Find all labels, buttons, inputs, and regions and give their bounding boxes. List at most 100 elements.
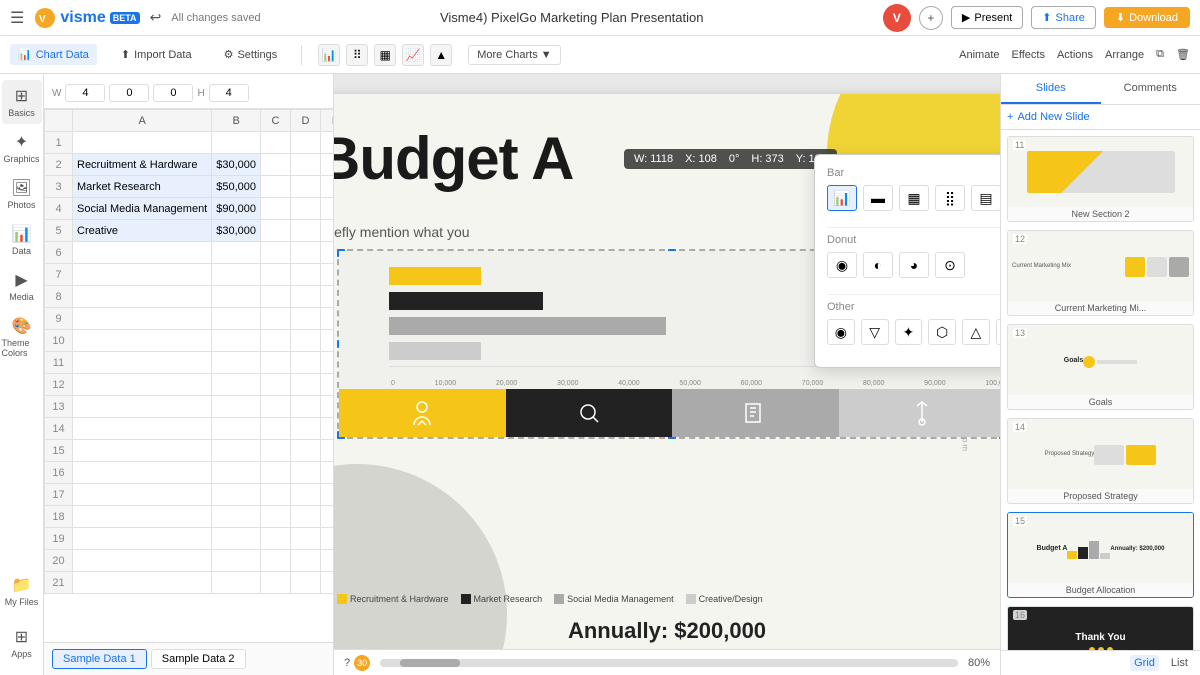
bar-horizontal-icon[interactable]: ▬ [863,185,893,211]
bar-stacked2-icon[interactable]: ▤ [971,185,1000,211]
cell-20-5[interactable] [321,572,333,594]
cell-19-2[interactable] [212,550,261,572]
cell-11-5[interactable] [321,374,333,396]
cell-5-1[interactable] [73,242,212,264]
import-data-button[interactable]: ⬆ Import Data [113,44,200,65]
sidebar-item-media[interactable]: ▶ Media [2,264,42,308]
other-pyramid-icon[interactable]: ▲ [996,319,1000,345]
slide-item-14[interactable]: Proposed Strategy 14 Proposed Strategy [1007,418,1194,504]
scatter-chart-icon[interactable]: ⠿ [346,44,368,66]
col-a-header[interactable]: A [73,110,212,132]
cell-9-1[interactable] [73,330,212,352]
sidebar-item-basics[interactable]: ⊞ Basics [2,80,42,124]
cell-15-2[interactable] [212,462,261,484]
slide-item-12[interactable]: Current Marketing Mix 12 Current Marketi… [1007,230,1194,316]
avatar[interactable]: V [883,4,911,32]
donut-full-icon[interactable]: ◉ [827,252,857,278]
cell-14-1[interactable] [73,440,212,462]
cell-6-3[interactable] [261,264,291,286]
cell-18-5[interactable] [321,528,333,550]
stacked-chart-icon[interactable]: ▦ [374,44,396,66]
cell-8-1[interactable] [73,308,212,330]
other-hex-icon[interactable]: ⬡ [928,319,956,345]
cell-16-5[interactable] [321,484,333,506]
donut-3d-icon[interactable]: ⊙ [935,252,965,278]
cell-19-5[interactable] [321,550,333,572]
cell-9-5[interactable] [321,330,333,352]
cell-20-2[interactable] [212,572,261,594]
cell-15-5[interactable] [321,462,333,484]
cell-6-5[interactable] [321,264,333,286]
cell-10-1[interactable] [73,352,212,374]
actions-button[interactable]: Actions [1057,49,1093,61]
chart-data-button[interactable]: 📊 Chart Data [10,44,97,65]
add-new-slide-button[interactable]: + Add New Slide [1007,111,1194,123]
cell-1-4[interactable] [291,154,321,176]
cell-2-2[interactable]: $50,000 [212,176,261,198]
cell-14-3[interactable] [261,440,291,462]
list-toggle[interactable]: List [1167,655,1192,671]
cell-4-1[interactable]: Creative [73,220,212,242]
cell-0-2[interactable] [212,132,261,154]
sidebar-item-my-files[interactable]: 📁 My Files [2,569,42,613]
cell-16-4[interactable] [291,484,321,506]
cell-13-3[interactable] [261,418,291,440]
sidebar-item-theme-colors[interactable]: 🎨 Theme Colors [2,310,42,364]
grid-toggle[interactable]: Grid [1130,655,1159,671]
cell-14-5[interactable] [321,440,333,462]
arrange-button[interactable]: Arrange [1105,49,1144,61]
cell-19-3[interactable] [261,550,291,572]
cell-9-2[interactable] [212,330,261,352]
cell-20-3[interactable] [261,572,291,594]
slide-item-15[interactable]: Budget A Annually: $200,000 15 Budget Al… [1007,512,1194,598]
donut-half-icon[interactable]: ◐ [863,252,893,278]
cell-8-2[interactable] [212,308,261,330]
other-triangle-icon[interactable]: △ [962,319,990,345]
height-input[interactable] [209,84,249,102]
cell-2-5[interactable] [321,176,333,198]
cell-15-3[interactable] [261,462,291,484]
cell-10-4[interactable] [291,352,321,374]
sidebar-item-photos[interactable]: 🖼 Photos [2,172,42,216]
slide-item-13[interactable]: Goals 13 Goals [1007,324,1194,410]
slide-item-16[interactable]: Thank You 16 Thank You [1007,606,1194,650]
cell-12-1[interactable] [73,396,212,418]
cell-1-1[interactable]: Recruitment & Hardware [73,154,212,176]
cell-17-3[interactable] [261,506,291,528]
cell-5-3[interactable] [261,242,291,264]
undo-button[interactable]: ↩ [150,9,162,26]
cell-15-4[interactable] [291,462,321,484]
settings-button[interactable]: ⚙ Settings [216,44,286,65]
cell-19-4[interactable] [291,550,321,572]
help-button[interactable]: ? [344,657,350,669]
line-chart-icon[interactable]: 📈 [402,44,424,66]
cell-12-4[interactable] [291,396,321,418]
bar-vertical-icon[interactable]: 📊 [827,185,857,211]
more-charts-button[interactable]: More Charts ▼ [468,45,560,65]
slide-item-11[interactable]: 11 New Section 2 [1007,136,1194,222]
cell-16-1[interactable] [73,484,212,506]
cell-6-1[interactable] [73,264,212,286]
cell-4-4[interactable] [291,220,321,242]
cell-13-1[interactable] [73,418,212,440]
col-e-header[interactable]: E [321,110,333,132]
cell-5-5[interactable] [321,242,333,264]
cell-19-1[interactable] [73,550,212,572]
cell-0-5[interactable] [321,132,333,154]
slide-list[interactable]: 11 New Section 2 Current Marketing Mix 1… [1001,130,1200,650]
cell-1-2[interactable]: $30,000 [212,154,261,176]
cell-3-2[interactable]: $90,000 [212,198,261,220]
plus-button[interactable]: + [919,6,943,30]
cell-2-1[interactable]: Market Research [73,176,212,198]
sample-data-1-tab[interactable]: Sample Data 1 [52,649,147,669]
cell-0-1[interactable] [73,132,212,154]
cell-7-4[interactable] [291,286,321,308]
canvas-area[interactable]: W: 1118 X: 108 0° H: 373 Y: 198 [334,74,1000,675]
cell-4-3[interactable] [261,220,291,242]
cell-2-4[interactable] [291,176,321,198]
cell-7-1[interactable] [73,286,212,308]
other-funnel-icon[interactable]: ▽ [861,319,889,345]
cell-3-3[interactable] [261,198,291,220]
y-input[interactable] [153,84,193,102]
cell-11-4[interactable] [291,374,321,396]
